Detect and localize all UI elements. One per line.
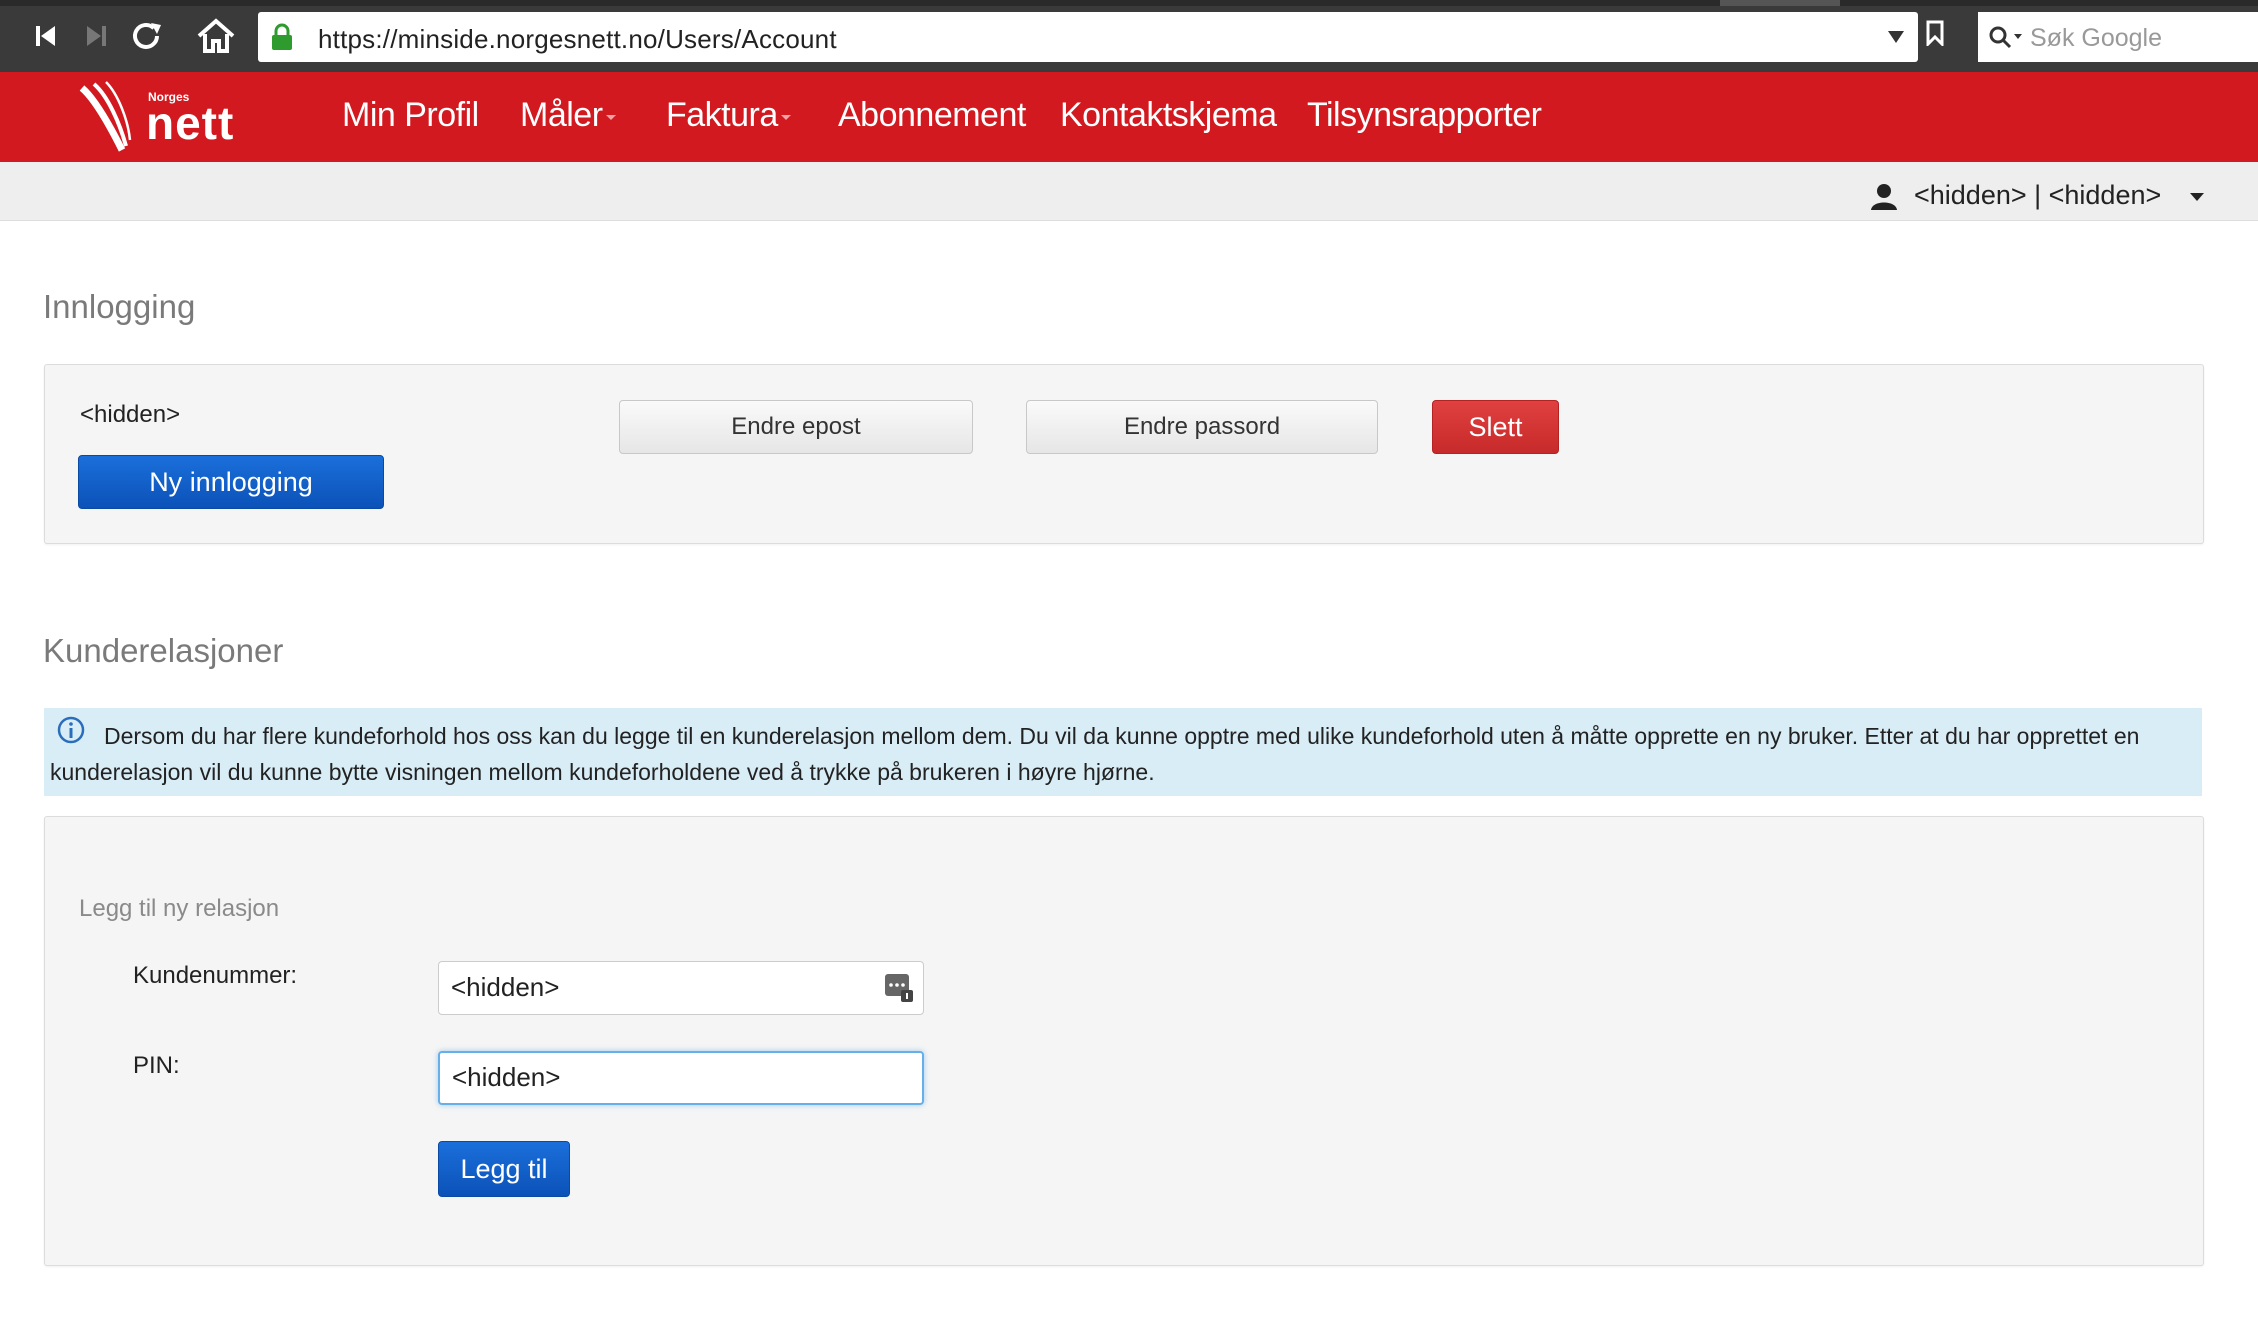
add-relation-panel: Legg til ny relasjon Kundenummer: <hidde…: [44, 816, 2204, 1266]
tab-strip: [0, 0, 2258, 6]
password-manager-icon[interactable]: [883, 970, 915, 1009]
nav-item-min-profil[interactable]: Min Profil: [342, 96, 479, 135]
home-icon[interactable]: [192, 14, 240, 58]
chevron-down-icon[interactable]: [2190, 193, 2204, 201]
customer-number-label: Kundenummer:: [133, 962, 298, 989]
nav-item-kontaktskjema[interactable]: Kontaktskjema: [1060, 96, 1277, 135]
user-icon[interactable]: [1870, 182, 1898, 215]
back-icon[interactable]: [28, 14, 64, 58]
search-placeholder: Søk Google: [2030, 24, 2163, 52]
info-alert-text: Dersom du har flere kundeforhold hos oss…: [50, 723, 2140, 785]
nav-item-tilsynsrapporter[interactable]: Tilsynsrapporter: [1307, 96, 1542, 135]
reload-icon[interactable]: [124, 14, 168, 58]
url-dropdown-icon[interactable]: [1888, 30, 1904, 48]
nav-item-label: Faktura: [666, 96, 778, 134]
forward-icon[interactable]: [78, 14, 114, 58]
pin-value: <hidden>: [452, 1062, 561, 1092]
relations-section-title: Kunderelasjoner: [43, 632, 284, 669]
browser-search-box[interactable]: Søk Google: [1978, 12, 2258, 62]
add-relation-button[interactable]: Legg til: [438, 1141, 570, 1197]
main-navigation: Norges nett Min Profil Måler Faktura Abo…: [0, 72, 2258, 162]
customer-number-field[interactable]: <hidden>: [438, 961, 924, 1015]
chevron-down-icon: [780, 114, 791, 120]
lock-icon: [270, 23, 294, 56]
change-password-button[interactable]: Endre passord: [1026, 400, 1378, 454]
nav-item-label: Min Profil: [342, 96, 479, 134]
nav-item-maler[interactable]: Måler: [520, 96, 616, 135]
active-tab-indicator: [1720, 0, 1840, 6]
nav-item-label: Abonnement: [838, 96, 1026, 134]
nav-item-faktura[interactable]: Faktura: [666, 96, 791, 135]
customer-number-value: <hidden>: [451, 972, 560, 1002]
pin-field[interactable]: <hidden>: [438, 1051, 924, 1105]
info-alert: Dersom du har flere kundeforhold hos oss…: [44, 708, 2202, 796]
nav-item-label: Kontaktskjema: [1060, 96, 1277, 134]
address-bar[interactable]: https://minside.norgesnett.no/Users/Acco…: [258, 12, 1918, 62]
login-email: <hidden>: [80, 401, 181, 428]
chevron-down-icon: [605, 114, 616, 120]
user-bar: <hidden> | <hidden>: [0, 162, 2258, 221]
login-panel: <hidden> Ny innlogging Endre epost Endre…: [44, 364, 2204, 544]
search-icon: [1988, 25, 2024, 56]
nav-item-abonnement[interactable]: Abonnement: [838, 96, 1026, 135]
login-section-title: Innlogging: [43, 288, 196, 325]
nav-item-label: Tilsynsrapporter: [1307, 96, 1542, 134]
norgesnett-logo[interactable]: Norges nett: [78, 80, 248, 154]
pin-label: PIN:: [133, 1052, 180, 1079]
bookmark-icon[interactable]: [1926, 20, 1944, 51]
browser-toolbar: https://minside.norgesnett.no/Users/Acco…: [0, 0, 2258, 72]
delete-button[interactable]: Slett: [1432, 400, 1559, 454]
change-email-button[interactable]: Endre epost: [619, 400, 973, 454]
logo-nett-text: nett: [146, 97, 235, 149]
new-login-button[interactable]: Ny innlogging: [78, 455, 384, 509]
add-relation-legend: Legg til ny relasjon: [79, 895, 280, 922]
user-menu-label[interactable]: <hidden> | <hidden>: [1914, 180, 2161, 211]
url-text[interactable]: https://minside.norgesnett.no/Users/Acco…: [318, 24, 837, 55]
nav-item-label: Måler: [520, 96, 603, 134]
